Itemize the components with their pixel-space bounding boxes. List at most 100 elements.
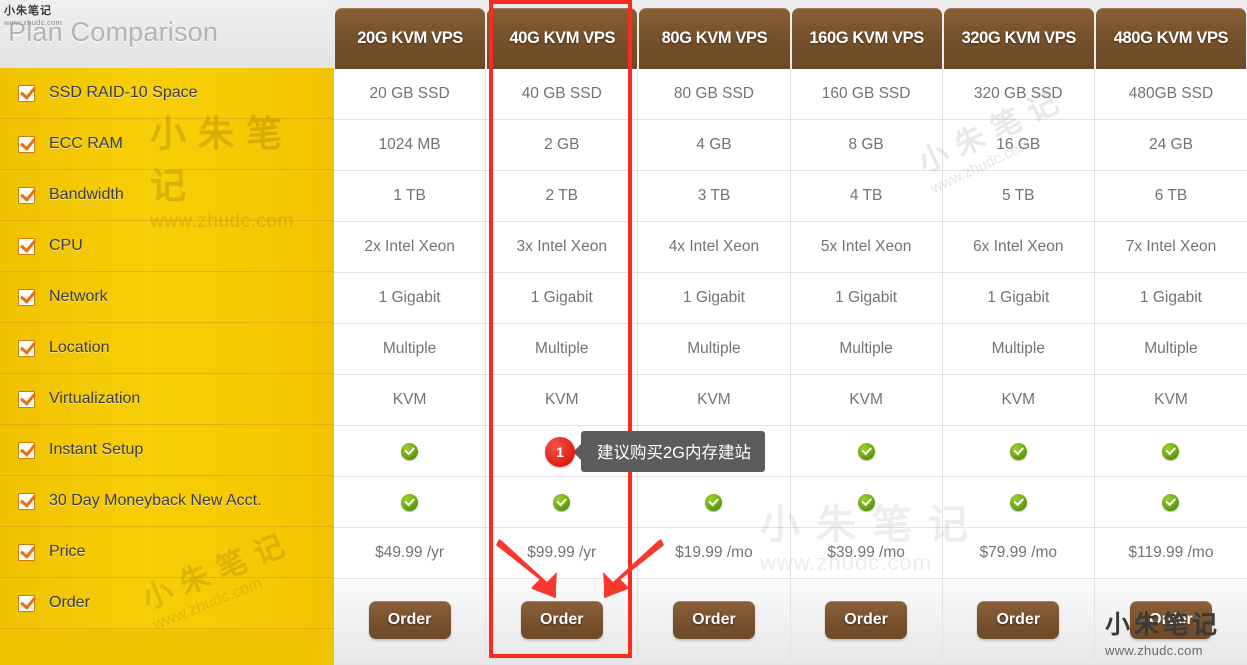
cell-network: 1 Gigabit (790, 273, 943, 324)
checkbox-checked-icon (18, 339, 35, 357)
plan-column: 80G KVM VPS 80 GB SSD 4 GB 3 TB 4x Intel Xeo… (638, 0, 791, 665)
feature-row: Instant Setup (0, 425, 334, 476)
cell-location: Multiple (638, 324, 791, 375)
feature-sidebar: Plan Comparison SSD RAID-10 Space ECC RAM… (0, 0, 334, 665)
feature-label: Virtualization (49, 390, 141, 407)
cell-virtualization: KVM (486, 375, 639, 426)
check-circle-icon (1162, 442, 1180, 460)
feature-label: Network (49, 288, 108, 305)
cell-cpu: 2x Intel Xeon (334, 222, 487, 273)
feature-row: ECC RAM (0, 119, 334, 170)
cell-order: Order (486, 579, 639, 660)
cell-ram: 4 GB (638, 120, 791, 171)
feature-row: Location (0, 323, 334, 374)
feature-row: Price (0, 527, 334, 578)
check-circle-icon (1009, 493, 1027, 511)
plan-header: 40G KVM VPS (487, 8, 638, 69)
order-button[interactable]: Order (672, 600, 755, 639)
plan-cells: 160 GB SSD 8 GB 4 TB 5x Intel Xeon 1 Gigabit… (790, 69, 943, 660)
plan-name: 80G KVM VPS (661, 29, 768, 47)
order-button[interactable]: Order (825, 600, 908, 639)
plan-name: 480G KVM VPS (1113, 29, 1229, 47)
cell-cpu: 4x Intel Xeon (638, 222, 791, 273)
cell-ssd: 320 GB SSD (942, 69, 1095, 120)
plan-name: 40G KVM VPS (509, 29, 616, 47)
plans-table: 20G KVM VPS 20 GB SSD 1024 MB 1 TB 2x Intel … (334, 0, 1247, 665)
cell-bandwidth: 1 TB (334, 171, 487, 222)
cell-price: $99.99 /yr (486, 528, 639, 579)
cell-moneyback (942, 477, 1095, 528)
cell-order: Order (790, 579, 943, 660)
feature-row: SSD RAID-10 Space (0, 68, 334, 119)
cell-moneyback (790, 477, 943, 528)
cell-network: 1 Gigabit (1094, 273, 1247, 324)
cell-price: $49.99 /yr (334, 528, 487, 579)
check-circle-icon (857, 442, 875, 460)
cell-network: 1 Gigabit (334, 273, 487, 324)
cell-ram: 1024 MB (334, 120, 487, 171)
feature-list: SSD RAID-10 Space ECC RAM Bandwidth CPU Netw… (0, 68, 334, 629)
cell-ram: 2 GB (486, 120, 639, 171)
order-button[interactable]: Order (977, 600, 1060, 639)
cell-virtualization: KVM (638, 375, 791, 426)
cell-moneyback (334, 477, 487, 528)
check-circle-icon (705, 493, 723, 511)
plan-header: 80G KVM VPS (639, 8, 790, 69)
order-button[interactable]: Order (368, 600, 451, 639)
plan-column: 160G KVM VPS 160 GB SSD 8 GB 4 TB 5x Intel X… (790, 0, 943, 665)
cell-virtualization: KVM (790, 375, 943, 426)
check-circle-icon (857, 493, 875, 511)
cell-order: Order (334, 579, 487, 660)
cell-network: 1 Gigabit (486, 273, 639, 324)
cell-instant-setup (942, 426, 1095, 477)
check-circle-icon (1162, 493, 1180, 511)
cell-location: Multiple (790, 324, 943, 375)
checkbox-checked-icon (18, 492, 35, 510)
order-button[interactable]: Order (520, 600, 603, 639)
cell-ram: 24 GB (1094, 120, 1247, 171)
cell-ssd: 80 GB SSD (638, 69, 791, 120)
checkbox-checked-icon (18, 390, 35, 408)
cell-virtualization: KVM (942, 375, 1095, 426)
feature-label: Order (49, 594, 90, 611)
cell-cpu: 5x Intel Xeon (790, 222, 943, 273)
plan-column: 320G KVM VPS 320 GB SSD 16 GB 5 TB 6x Intel … (942, 0, 1095, 665)
feature-label: Location (49, 339, 110, 356)
sidebar-header: Plan Comparison (0, 0, 334, 68)
checkbox-checked-icon (18, 186, 35, 204)
feature-label: Bandwidth (49, 186, 124, 203)
cell-bandwidth: 4 TB (790, 171, 943, 222)
cell-bandwidth: 2 TB (486, 171, 639, 222)
cell-virtualization: KVM (1094, 375, 1247, 426)
cell-bandwidth: 5 TB (942, 171, 1095, 222)
annotation-callout: 1 建议购买2G内存建站 (545, 431, 766, 472)
feature-row: Order (0, 578, 334, 629)
plan-cells: 320 GB SSD 16 GB 5 TB 6x Intel Xeon 1 Gigabi… (942, 69, 1095, 660)
cell-order: Order (638, 579, 791, 660)
cell-instant-setup (790, 426, 943, 477)
cell-instant-setup (334, 426, 487, 477)
feature-row: 30 Day Moneyback New Acct. (0, 476, 334, 527)
cell-ssd: 480GB SSD (1094, 69, 1247, 120)
plan-cells: 80 GB SSD 4 GB 3 TB 4x Intel Xeon 1 Gigabit M… (638, 69, 791, 660)
cell-location: Multiple (1094, 324, 1247, 375)
order-button[interactable]: Order (1129, 600, 1212, 639)
plan-header: 20G KVM VPS (335, 8, 486, 69)
feature-label: 30 Day Moneyback New Acct. (49, 492, 262, 509)
cell-order: Order (1094, 579, 1247, 660)
feature-label: CPU (49, 237, 83, 254)
plan-name: 20G KVM VPS (357, 29, 463, 47)
cell-price: $19.99 /mo (638, 528, 791, 579)
checkbox-checked-icon (18, 594, 35, 612)
cell-virtualization: KVM (334, 375, 487, 426)
plan-cells: 40 GB SSD 2 GB 2 TB 3x Intel Xeon 1 Gigabit M… (486, 69, 639, 660)
cell-network: 1 Gigabit (638, 273, 791, 324)
plan-name: 160G KVM VPS (809, 29, 924, 47)
cell-price: $119.99 /mo (1094, 528, 1247, 579)
check-circle-icon (401, 493, 419, 511)
feature-label: Price (49, 543, 86, 560)
plan-header: 320G KVM VPS (943, 8, 1094, 69)
feature-row: Network (0, 272, 334, 323)
callout-bubble-text: 建议购买2G内存建站 (581, 431, 766, 472)
plan-column: 40G KVM VPS 40 GB SSD 2 GB 2 TB 3x Intel Xeo… (486, 0, 639, 665)
